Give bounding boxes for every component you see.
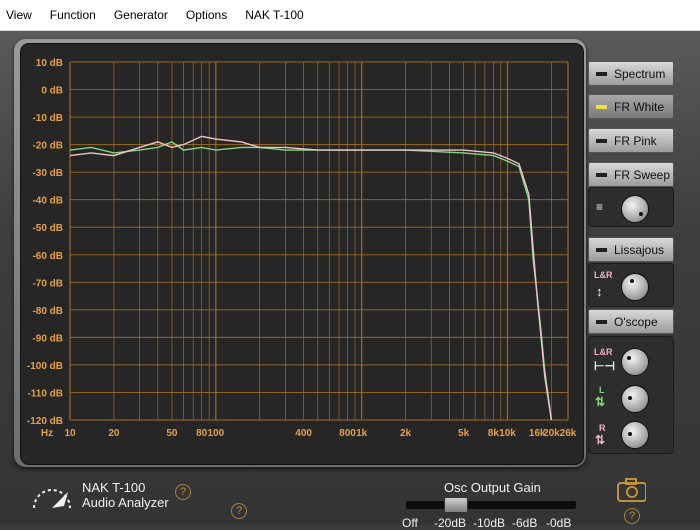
y-tick-label: 10 dB xyxy=(36,58,63,69)
y-tick-label: -100 dB xyxy=(27,361,63,372)
help-icon[interactable]: ? xyxy=(175,484,191,500)
y-tick-label: -10 dB xyxy=(32,113,63,124)
brand-name: NAK T-100 Audio Analyzer xyxy=(82,480,169,510)
oscope-led xyxy=(596,319,607,324)
osc-gain-slider-track[interactable] xyxy=(406,501,576,509)
x-tick-label: 10 xyxy=(64,428,76,439)
camera-help-icon[interactable]: ? xyxy=(624,508,640,524)
lissajous-knob-box: L&R ↕ xyxy=(588,263,674,307)
oscope-time-knob[interactable] xyxy=(621,348,649,376)
y-tick-label: -120 dB xyxy=(27,416,63,427)
camera-icon[interactable] xyxy=(616,476,646,502)
lissajous-knob[interactable] xyxy=(621,273,649,301)
sweep-knob-box: ≡ xyxy=(588,187,674,227)
fr-sweep-button[interactable]: FR Sweep xyxy=(588,162,674,187)
spectrum-button[interactable]: Spectrum xyxy=(588,61,674,86)
fr-pink-label: FR Pink xyxy=(614,133,657,148)
x-tick-label: 5k xyxy=(458,428,470,439)
fr-white-button[interactable]: FR White xyxy=(588,94,674,119)
x-tick-label: 20k xyxy=(543,428,560,439)
x-tick-label: 2k xyxy=(400,428,412,439)
lissajous-label: Lissajous xyxy=(614,242,665,257)
fr-sweep-label: FR Sweep xyxy=(614,167,671,182)
x-tick-label: 100 xyxy=(207,428,224,439)
x-tick-label: 26k xyxy=(560,428,577,439)
x-tick-label: 10k xyxy=(499,428,516,439)
menu-view[interactable]: View xyxy=(0,0,41,30)
fr-sweep-led xyxy=(596,172,607,177)
x-axis-label: Hz xyxy=(41,428,53,439)
sweep-scale-icon: ≡ xyxy=(596,200,604,214)
y-tick-label: -80 dB xyxy=(32,306,63,317)
brand-block: NAK T-100 Audio Analyzer xyxy=(30,478,200,518)
fr-white-led xyxy=(596,104,607,109)
x-tick-label: 400 xyxy=(295,428,312,439)
left-channel-icon: ⇅ xyxy=(595,395,606,409)
y-tick-label: -40 dB xyxy=(32,196,63,207)
vertical-scale-icon: ↕ xyxy=(596,284,603,299)
fr-white-label: FR White xyxy=(614,99,665,114)
x-tick-label: 1k xyxy=(356,428,368,439)
fr-pink-button[interactable]: FR Pink xyxy=(588,128,674,153)
menu-function[interactable]: Function xyxy=(41,0,105,30)
gain-tick-6: -6dB xyxy=(512,516,538,530)
spectrum-led xyxy=(596,71,607,76)
gauge-logo-icon xyxy=(33,489,71,509)
frequency-response-chart: 10 dB 0 dB -10 dB -20 dB -30 dB -40 dB -50 dB -… xyxy=(27,58,577,439)
mode-panel: Spectrum FR White FR Pink FR Sweep ≡ Lis… xyxy=(588,56,680,456)
x-tick-label: 50 xyxy=(166,428,178,439)
oscope-lr-label: L&R xyxy=(594,347,613,357)
lissajous-lr-label: L&R xyxy=(594,270,613,280)
oscope-button[interactable]: O'scope xyxy=(588,309,674,334)
y-tick-label: -110 dB xyxy=(27,388,63,399)
x-tick-label: 80 xyxy=(196,428,208,439)
osc-output-gain-label: Osc Output Gain xyxy=(444,480,541,495)
menu-generator[interactable]: Generator xyxy=(105,0,177,30)
brand-title: NAK T-100 xyxy=(82,480,146,495)
y-tick-label: -60 dB xyxy=(32,251,63,262)
x-tick-label: 800 xyxy=(339,428,356,439)
help-icon-2[interactable]: ? xyxy=(231,503,247,519)
y-tick-label: 0 dB xyxy=(41,86,63,97)
oscope-knob-box: L&R ⊢⊣ L ⇅ R ⇅ xyxy=(588,336,674,454)
osc-gain-slider-thumb[interactable] xyxy=(444,497,468,513)
sweep-knob[interactable] xyxy=(621,195,649,223)
oscope-label: O'scope xyxy=(614,314,658,329)
lissajous-button[interactable]: Lissajous xyxy=(588,237,674,262)
oscope-left-knob[interactable] xyxy=(621,385,649,413)
lissajous-led xyxy=(596,247,607,252)
menu-device[interactable]: NAK T-100 xyxy=(236,0,312,30)
y-tick-label: -20 dB xyxy=(32,141,63,152)
y-tick-label: -50 dB xyxy=(32,223,63,234)
x-tick-label: 20 xyxy=(108,428,120,439)
right-channel-icon: ⇅ xyxy=(595,433,606,447)
fr-pink-led xyxy=(596,138,607,143)
brand-subtitle: Audio Analyzer xyxy=(82,495,169,510)
series-line-2 xyxy=(69,135,553,421)
gain-tick-10: -10dB xyxy=(473,516,506,530)
horizontal-scale-icon: ⊢⊣ xyxy=(594,359,615,373)
oscope-right-knob[interactable] xyxy=(621,421,649,449)
gain-tick-off: Off xyxy=(402,516,418,530)
spectrum-label: Spectrum xyxy=(614,66,666,81)
gain-tick-20: -20dB xyxy=(434,516,467,530)
y-tick-label: -30 dB xyxy=(32,168,63,179)
x-tick-label: 8k xyxy=(488,428,500,439)
series-line-1 xyxy=(69,141,553,421)
gain-tick-0: -0dB xyxy=(546,516,572,530)
menu-options[interactable]: Options xyxy=(177,0,236,30)
display-screen: 10 dB 0 dB -10 dB -20 dB -30 dB -40 dB -50 dB -… xyxy=(20,43,584,465)
y-tick-label: -70 dB xyxy=(32,278,63,289)
oscope-l-label: L xyxy=(599,385,605,395)
y-tick-label: -90 dB xyxy=(32,333,63,344)
menu-bar: View Function Generator Options NAK T-10… xyxy=(0,0,700,31)
oscope-r-label: R xyxy=(599,423,606,433)
